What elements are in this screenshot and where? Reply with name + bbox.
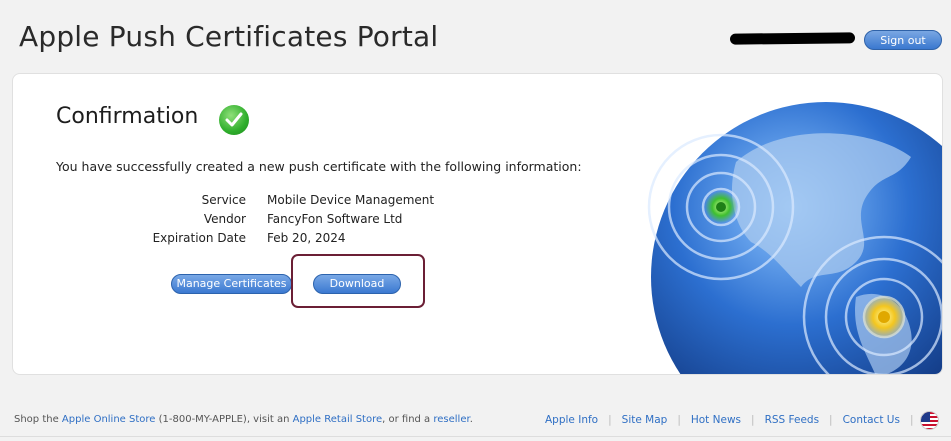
apple-info-link[interactable]: Apple Info — [545, 414, 598, 426]
globe-image — [647, 102, 942, 374]
footer-links: Apple Info | Site Map | Hot News | RSS Feeds | C… — [545, 414, 914, 426]
checkmark-icon — [219, 105, 249, 135]
footer-text: . — [469, 414, 473, 425]
confirmation-message: You have successfully created a new push… — [56, 159, 582, 174]
sign-out-button[interactable]: Sign out — [864, 30, 942, 50]
detail-value: FancyFon Software Ltd — [267, 212, 403, 226]
detail-value: Mobile Device Management — [267, 193, 435, 207]
detail-value: Feb 20, 2024 — [267, 231, 346, 245]
page-title: Apple Push Certificates Portal — [19, 20, 439, 53]
site-map-link[interactable]: Site Map — [622, 414, 668, 426]
divider — [0, 436, 951, 437]
footer: Shop the Apple Online Store (1-800-MY-AP… — [0, 404, 951, 434]
detail-row-service: Service Mobile Device Management — [116, 193, 436, 212]
detail-label: Service — [201, 193, 246, 207]
footer-text: (1-800-MY-APPLE), visit an — [155, 414, 293, 425]
detail-label: Vendor — [203, 212, 246, 226]
footer-text: Shop the — [14, 414, 62, 425]
apple-online-store-link[interactable]: Apple Online Store — [62, 414, 156, 425]
footer-shop-text: Shop the Apple Online Store (1-800-MY-AP… — [14, 414, 473, 425]
download-highlight-box — [291, 254, 425, 308]
confirmation-card: Confirmation You have successfully creat… — [12, 73, 943, 375]
reseller-link[interactable]: reseller — [433, 414, 469, 425]
confirmation-heading: Confirmation — [56, 104, 199, 129]
hot-news-link[interactable]: Hot News — [691, 414, 741, 426]
us-flag-icon[interactable] — [920, 411, 939, 430]
manage-certificates-button[interactable]: Manage Certificates — [171, 274, 292, 294]
redacted-account-name — [729, 32, 856, 45]
footer-text: , or find a — [382, 414, 434, 425]
detail-row-vendor: Vendor FancyFon Software Ltd — [116, 212, 436, 231]
detail-label: Expiration Date — [152, 231, 246, 245]
detail-row-expiration: Expiration Date Feb 20, 2024 — [116, 231, 436, 250]
rss-feeds-link[interactable]: RSS Feeds — [765, 414, 819, 426]
certificate-details: Service Mobile Device Management Vendor … — [116, 193, 436, 250]
contact-us-link[interactable]: Contact Us — [843, 414, 900, 426]
header: Apple Push Certificates Portal Sign out — [0, 0, 951, 72]
apple-retail-store-link[interactable]: Apple Retail Store — [293, 414, 383, 425]
